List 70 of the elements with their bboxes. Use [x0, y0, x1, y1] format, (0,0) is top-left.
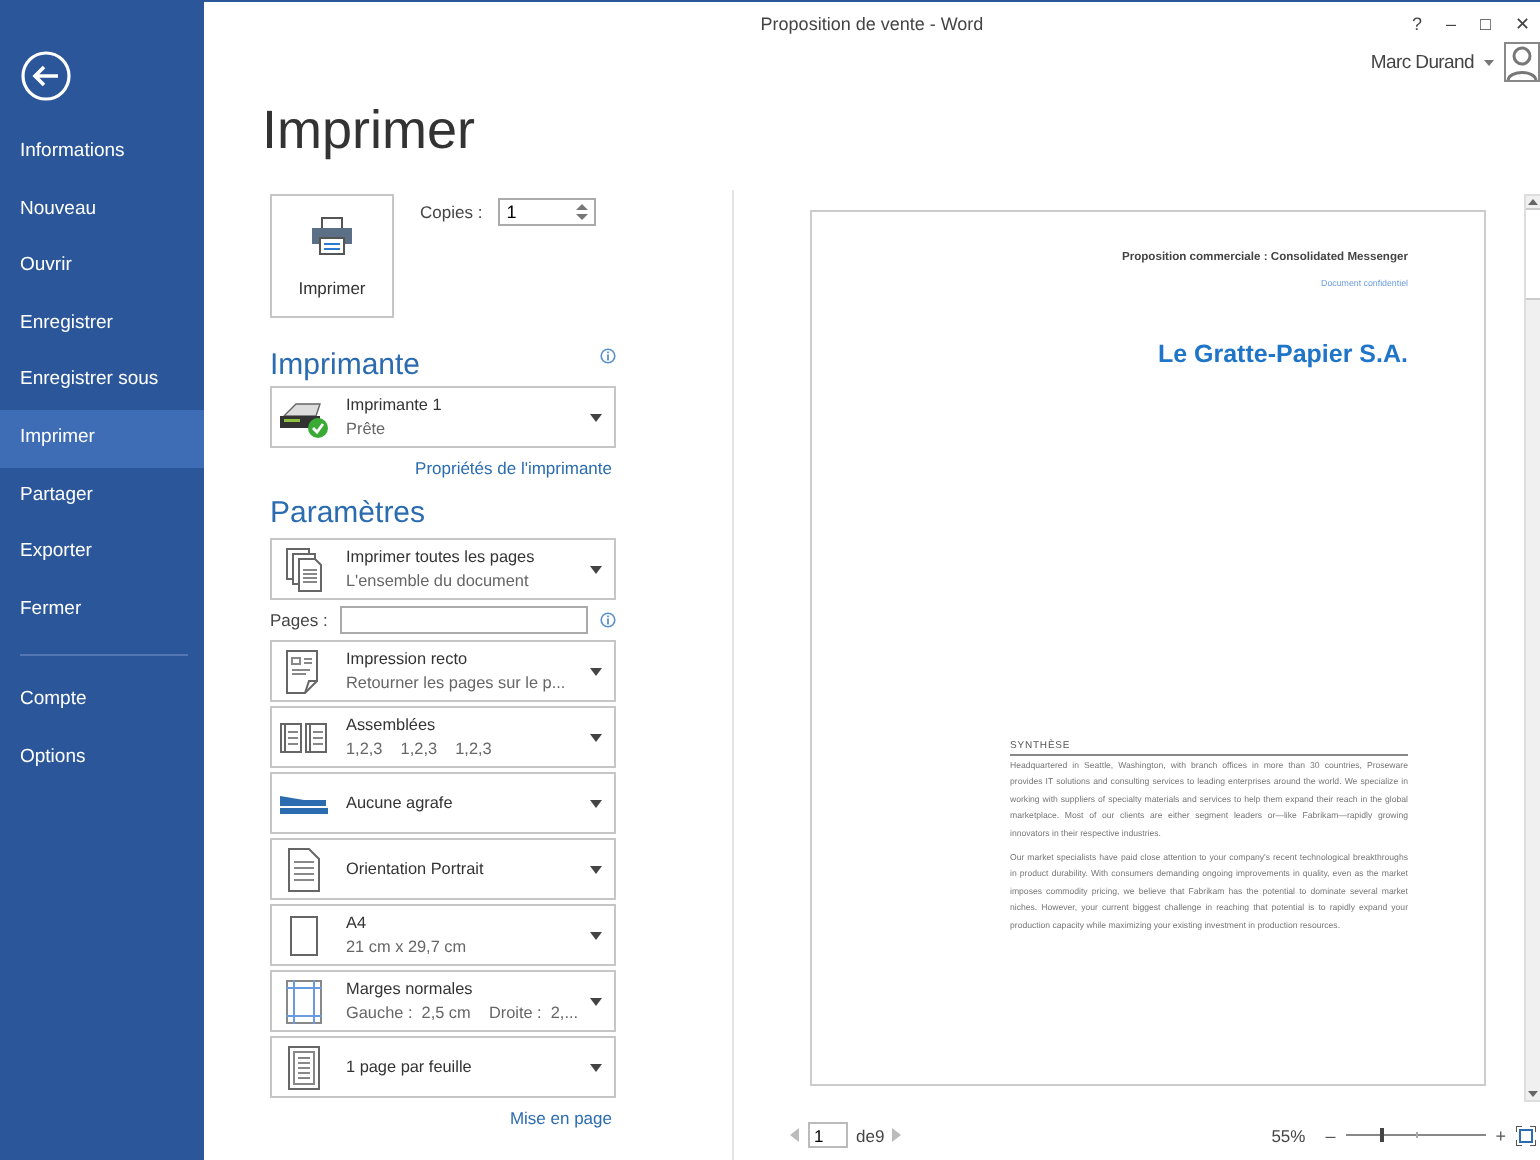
vertical-scrollbar[interactable]	[1524, 194, 1540, 1102]
page-number-field[interactable]: 1	[808, 1122, 848, 1148]
scrollbar-thumb[interactable]	[1526, 208, 1540, 300]
sidebar-item[interactable]: Enregistrer sous	[0, 352, 204, 410]
sidebar-item[interactable]: Informations	[0, 124, 204, 182]
caret-icon	[590, 997, 602, 1005]
margins-icon	[286, 979, 322, 1023]
sidebar-item[interactable]: Ouvrir	[0, 238, 204, 296]
info-icon[interactable]	[600, 348, 616, 364]
copies-spinner[interactable]: 1	[498, 198, 597, 226]
pages-field[interactable]	[339, 606, 588, 634]
sidebar-item[interactable]: Enregistrer	[0, 295, 204, 353]
caret-icon	[590, 1063, 602, 1071]
window-title: Proposition de vente - Word	[760, 14, 984, 34]
settings-dropdown[interactable]: 1 page par feuille	[270, 1036, 616, 1098]
settings-dropdown[interactable]: Imprimer toutes les pages L'ensemble du document	[270, 538, 616, 600]
sidebar-item[interactable]: Partager	[0, 467, 204, 525]
sidebar-item[interactable]: Exporter	[0, 524, 204, 582]
settings-dropdown[interactable]: Impression recto Retourner les pages sur le p...	[270, 640, 616, 702]
window-control-button[interactable]: –	[1440, 13, 1463, 35]
spinner-arrows-icon[interactable]	[576, 202, 589, 222]
fit-page-icon[interactable]	[1516, 1125, 1536, 1145]
user-name[interactable]: Marc Durand	[1370, 51, 1474, 73]
slider-thumb[interactable]	[1379, 1128, 1384, 1142]
page-setup-link[interactable]: Mise en page	[509, 1108, 612, 1128]
scroll-down-icon[interactable]	[1526, 1088, 1540, 1100]
zoom-out-button[interactable]: –	[1321, 1125, 1340, 1145]
page-layout-icon	[288, 1045, 320, 1089]
settings-dropdown[interactable]: Marges normales Gauche : 2,5 cm Droite : 2,...	[270, 970, 616, 1032]
caret-icon	[590, 865, 602, 873]
one-sided-page-icon	[286, 649, 322, 693]
zoom-level: 55%	[1271, 1125, 1306, 1145]
caret-icon	[590, 667, 602, 675]
page-count: de9	[856, 1125, 885, 1145]
window-control-button[interactable]: ✕	[1508, 13, 1536, 35]
stapler-icon	[280, 791, 328, 815]
window-control-button[interactable]: □	[1474, 13, 1497, 35]
caret-icon[interactable]	[1484, 59, 1494, 65]
document-title: Le Gratte-Papier S.A.	[1157, 340, 1408, 368]
portrait-page-icon	[288, 847, 320, 891]
sidebar-item[interactable]: Options	[0, 729, 204, 788]
printer-properties-link[interactable]: Propriétés de l'imprimante	[415, 458, 612, 478]
collated-pages-icon	[280, 721, 328, 753]
sidebar-item[interactable]: Nouveau	[0, 181, 204, 239]
caret-icon	[590, 733, 602, 741]
caret-icon	[590, 799, 602, 807]
pages-label: Pages :	[270, 610, 328, 630]
printer-icon	[310, 215, 354, 255]
caret-icon	[590, 413, 602, 421]
avatar-icon[interactable]	[1504, 42, 1540, 82]
zoom-in-button[interactable]: +	[1491, 1125, 1510, 1145]
window-control-button[interactable]: ?	[1405, 13, 1428, 35]
page-heading: Imprimer	[262, 98, 477, 164]
copies-label: Copies :	[420, 202, 483, 222]
sidebar-item[interactable]: Imprimer	[0, 409, 204, 468]
printer-dropdown[interactable]: Imprimante 1 Prête	[270, 386, 616, 448]
info-icon[interactable]	[599, 612, 616, 628]
settings-dropdown[interactable]: A4 21 cm x 29,7 cm	[270, 904, 616, 966]
section-heading: Paramètres	[270, 494, 428, 534]
print-button[interactable]: Imprimer	[270, 194, 394, 318]
caret-icon	[590, 565, 602, 573]
settings-dropdown[interactable]: Aucune agrafe	[270, 772, 616, 834]
pages-icon	[286, 547, 322, 591]
section-heading: Imprimante	[270, 346, 421, 386]
blank-page-icon	[290, 915, 318, 955]
settings-dropdown[interactable]: Assemblées 1,2,3 1,2,3 1,2,3	[270, 706, 616, 768]
sidebar-item[interactable]: Fermer	[0, 581, 204, 639]
caret-icon	[590, 931, 602, 939]
settings-dropdown[interactable]: Orientation Portrait	[270, 838, 616, 900]
sidebar-item[interactable]: Compte	[0, 672, 204, 730]
